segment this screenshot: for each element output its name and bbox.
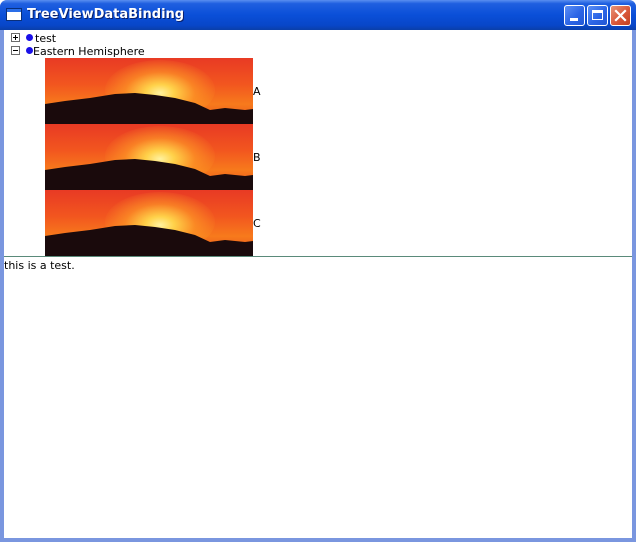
expand-icon[interactable]: [11, 33, 20, 42]
tree-view[interactable]: test Eastern Hemisphere A B C: [4, 30, 632, 256]
detail-text: this is a test.: [4, 259, 75, 272]
close-button[interactable]: [610, 5, 631, 26]
sunset-image: [45, 124, 253, 190]
bullet-icon: [26, 34, 33, 41]
tree-node-eastern-hemisphere[interactable]: Eastern Hemisphere: [33, 45, 145, 58]
window-title: TreeViewDataBinding: [27, 7, 185, 22]
detail-textbox[interactable]: this is a test.: [4, 257, 632, 538]
sunset-image: [45, 58, 253, 124]
minimize-icon: [570, 18, 578, 21]
collapse-icon[interactable]: [11, 46, 20, 55]
sunset-image: [45, 190, 253, 256]
application-window: TreeViewDataBinding test Eastern Hemisph…: [0, 0, 636, 542]
tree-node-test[interactable]: test: [35, 32, 56, 45]
maximize-button[interactable]: [587, 5, 608, 26]
app-window-icon[interactable]: [6, 8, 22, 21]
tree-node-b[interactable]: B: [253, 151, 261, 164]
tree-node-a[interactable]: A: [253, 85, 261, 98]
bullet-icon: [26, 47, 33, 54]
title-bar[interactable]: TreeViewDataBinding: [0, 0, 636, 30]
client-area: test Eastern Hemisphere A B C this is a …: [4, 30, 632, 538]
tree-node-c[interactable]: C: [253, 217, 261, 230]
maximize-icon: [592, 10, 603, 20]
close-icon: [614, 9, 627, 22]
minimize-button[interactable]: [564, 5, 585, 26]
